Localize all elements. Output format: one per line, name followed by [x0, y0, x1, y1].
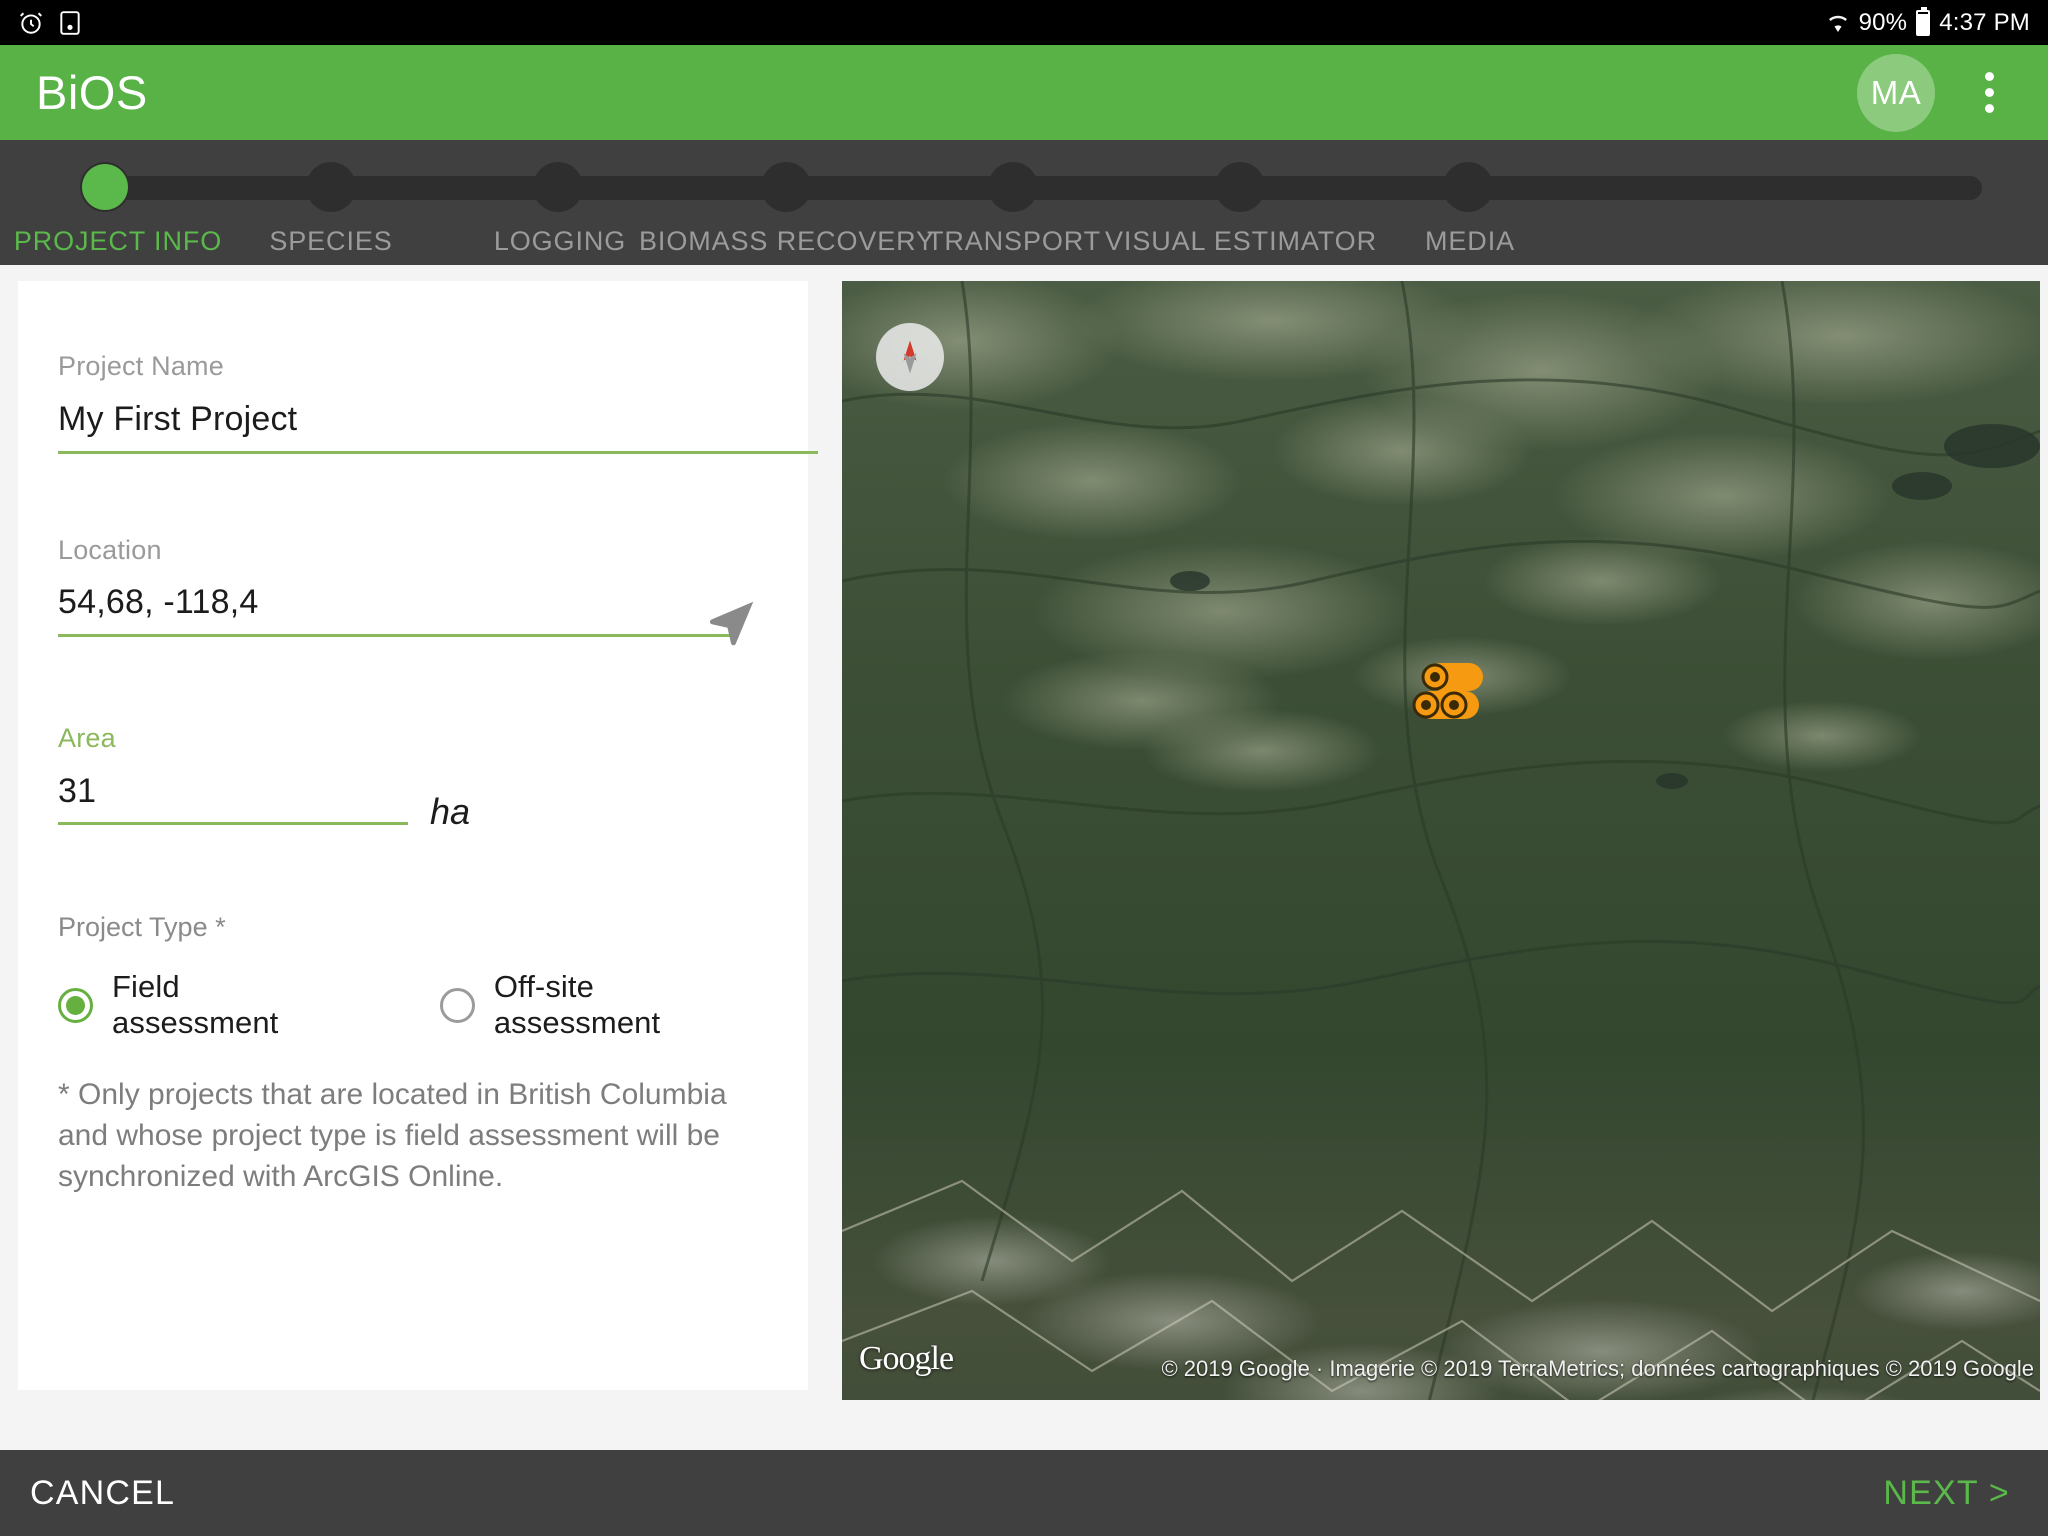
tab-visual-estimator[interactable]: VISUAL ESTIMATOR [1105, 226, 1377, 257]
tab-logging[interactable]: LOGGING [494, 226, 626, 257]
cancel-button[interactable]: CANCEL [30, 1474, 175, 1513]
battery-percent-label: 90% [1858, 8, 1908, 36]
stepper-track [106, 176, 1982, 200]
radio-field-assessment[interactable]: Field assessment [58, 969, 354, 1041]
radio-offsite-assessment[interactable]: Off-site assessment [439, 969, 768, 1041]
radio-selected-icon[interactable] [58, 987, 93, 1023]
map-panel[interactable]: Google © 2019 Google · Imagerie © 2019 T… [842, 281, 2040, 1400]
battery-icon [1916, 6, 1931, 36]
radio-unselected-icon[interactable] [439, 987, 475, 1023]
tab-biomass-recovery[interactable]: BIOMASS RECOVERY [639, 226, 935, 257]
app-bar-actions: MA [1857, 53, 2010, 132]
area-row: 31 ha [58, 754, 768, 832]
compass-icon[interactable] [876, 323, 944, 391]
stepper-track-area [0, 162, 2048, 212]
project-type-radios: Field assessment Off-site assessment [58, 969, 768, 1041]
app-bar: BiOS MA [0, 45, 2048, 140]
app-screen: 90% 4:37 PM BiOS MA PROJECT INFO SPECIES [0, 0, 2048, 1536]
project-name-field[interactable]: Project Name My First Project [58, 281, 818, 454]
status-bar: 90% 4:37 PM [0, 0, 2048, 45]
stepper-node-1-active[interactable] [82, 164, 128, 210]
area-input[interactable]: 31 [58, 772, 408, 811]
alarm-icon [18, 10, 44, 36]
workflow-stepper: PROJECT INFO SPECIES LOGGING BIOMASS REC… [0, 140, 2048, 265]
stepper-node-6[interactable] [1215, 162, 1265, 212]
status-bar-right: 90% 4:37 PM [1826, 6, 2030, 37]
satellite-map-image [842, 281, 2040, 1400]
map-attribution: © 2019 Google · Imagerie © 2019 TerraMet… [1161, 1356, 2034, 1381]
tab-transport[interactable]: TRANSPORT [927, 226, 1101, 257]
location-field[interactable]: Location 54,68, -118,4 [58, 454, 768, 646]
area-input-wrap[interactable]: 31 [58, 754, 408, 825]
status-bar-left-icons [18, 10, 82, 36]
main-content: Project Name My First Project Location 5… [0, 265, 2048, 1450]
clock-label: 4:37 PM [1939, 8, 2030, 36]
radio-field-assessment-label: Field assessment [112, 969, 279, 1040]
project-info-form: Project Name My First Project Location 5… [18, 281, 818, 1390]
project-name-label: Project Name [58, 351, 224, 381]
location-label: Location [58, 535, 162, 565]
area-field[interactable]: Area 31 ha [58, 637, 768, 832]
stepper-node-7[interactable] [1443, 162, 1493, 212]
next-button[interactable]: NEXT > [1883, 1474, 2010, 1513]
stepper-node-5[interactable] [988, 162, 1038, 212]
project-name-input[interactable]: My First Project [58, 400, 768, 439]
radio-offsite-assessment-label: Off-site assessment [493, 969, 661, 1040]
helper-text: * Only projects that are located in Brit… [58, 1078, 727, 1193]
bottom-action-bar: CANCEL NEXT > [0, 1450, 2048, 1536]
area-label: Area [58, 723, 116, 753]
stepper-node-2[interactable] [306, 162, 356, 212]
project-type-label: Project Type * [58, 912, 226, 942]
google-logo: Google [859, 1340, 954, 1377]
tab-media[interactable]: MEDIA [1425, 226, 1515, 257]
stepper-node-4[interactable] [761, 162, 811, 212]
screenshot-icon [58, 10, 82, 36]
app-title: BiOS [36, 66, 148, 119]
tab-species[interactable]: SPECIES [269, 226, 392, 257]
location-input[interactable]: 54,68, -118,4 [58, 583, 768, 622]
stepper-node-3[interactable] [533, 162, 583, 212]
more-vertical-icon[interactable] [1969, 62, 2010, 123]
avatar[interactable]: MA [1857, 53, 1935, 132]
wifi-icon [1826, 12, 1850, 34]
project-type-group: Project Type * Field assessment Off-site… [58, 825, 768, 1041]
log-pile-marker-icon[interactable] [1405, 661, 1505, 721]
tab-bar: PROJECT INFO SPECIES LOGGING BIOMASS REC… [0, 218, 2048, 264]
tab-project-info[interactable]: PROJECT INFO [14, 226, 222, 257]
